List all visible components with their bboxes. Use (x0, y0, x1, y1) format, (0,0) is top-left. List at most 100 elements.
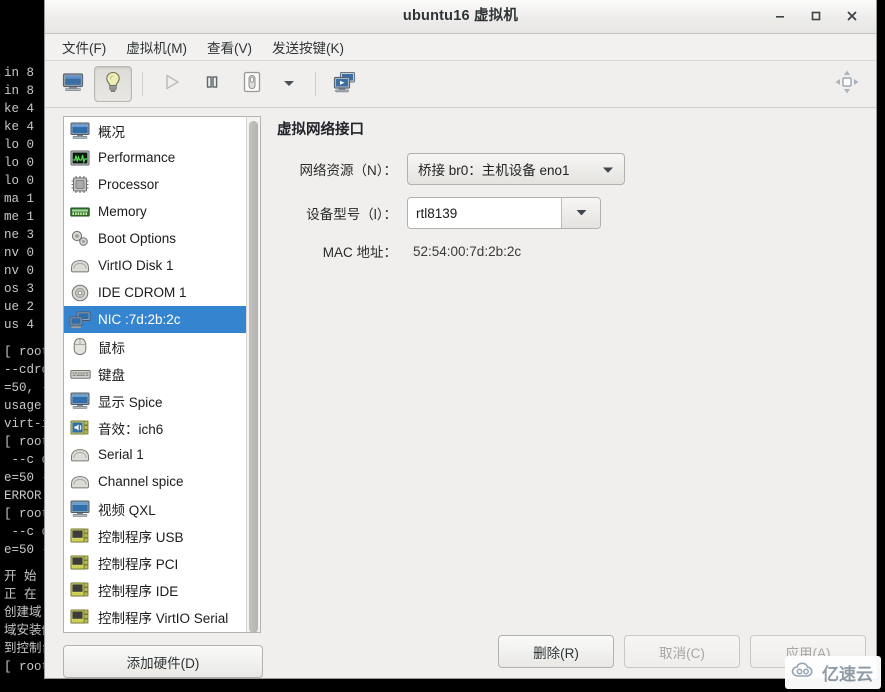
menubar: 文件(F) 虚拟机(M) 查看(V) 发送按键(K) (45, 34, 876, 61)
hardware-list-item[interactable]: Boot Options (64, 225, 247, 252)
mac-address-value: 52:54:00:7d:2b:2c (413, 243, 522, 259)
hardware-list-item[interactable]: IDE CDROM 1 (64, 279, 247, 306)
hardware-list-item-label: Processor (98, 177, 159, 192)
show-console-button[interactable] (54, 66, 92, 102)
hardware-pane: 概况 Performance Processor Memory Boot Options… (45, 106, 263, 678)
controller-card-icon (69, 607, 91, 627)
fullscreen-button[interactable] (830, 69, 864, 99)
hardware-list-item[interactable]: 概况 (64, 117, 247, 144)
remove-button[interactable]: 删除(R) (498, 635, 614, 668)
window-title: ubuntu16 虚拟机 (402, 8, 519, 24)
hardware-list-scrollbar[interactable] (246, 117, 260, 633)
channel-icon (69, 472, 91, 492)
window-titlebar: ubuntu16 虚拟机 (45, 0, 876, 34)
controller-card-icon (69, 580, 91, 600)
hardware-list-item[interactable]: Memory (64, 198, 247, 225)
device-model-combo[interactable]: rtl8139 (407, 197, 601, 229)
remove-button-label: 删除(R) (533, 645, 579, 661)
virt-manager-window: ubuntu16 虚拟机 文件(F) 虚拟机(M) 查看(V) 发送按键(K) (44, 0, 877, 679)
harddisk-icon (69, 256, 91, 276)
cancel-button[interactable]: 取消(C) (624, 635, 740, 668)
controller-card-icon (69, 526, 91, 546)
play-icon (162, 72, 182, 97)
hardware-list-item[interactable]: 显示 Spice (64, 387, 247, 414)
menu-send-key[interactable]: 发送按键(K) (263, 34, 353, 60)
close-icon[interactable] (839, 4, 865, 28)
chevron-down-icon (602, 162, 614, 177)
fullscreen-icon (834, 69, 860, 100)
hardware-list-item-label: 视频 QXL (98, 502, 156, 518)
hardware-list-item[interactable]: 视频 QXL (64, 495, 247, 522)
show-details-button[interactable] (94, 66, 132, 102)
watermark-text: 亿速云 (822, 665, 873, 684)
toolbar-separator-1 (142, 72, 143, 96)
monitor-icon (62, 72, 84, 97)
details-body: 概况 Performance Processor Memory Boot Options… (45, 106, 876, 678)
hardware-list-item-label: 控制程序 USB (98, 529, 184, 545)
hardware-list-item[interactable]: Processor (64, 171, 247, 198)
hardware-list-item[interactable]: 控制程序 IDE (64, 576, 247, 603)
minimize-icon[interactable] (767, 4, 793, 28)
hardware-list[interactable]: 概况 Performance Processor Memory Boot Options… (64, 117, 247, 632)
network-source-row: 网络资源（N）： 桥接 br0：主机设备 eno1 (277, 153, 862, 185)
snapshots-button[interactable] (326, 66, 364, 102)
hardware-list-item-label: Performance (98, 150, 176, 165)
menu-virtual-machine[interactable]: 虚拟机(M) (117, 34, 196, 60)
sound-card-icon (69, 418, 91, 438)
cpu-chip-icon (69, 175, 91, 195)
watermark: 亿速云 (785, 656, 881, 689)
mac-address-row: MAC 地址： 52:54:00:7d:2b:2c (277, 241, 862, 261)
hardware-list-item[interactable]: 键盘 (64, 360, 247, 387)
power-icon (241, 70, 263, 99)
device-model-dropdown-button[interactable] (561, 198, 600, 228)
network-source-label: 网络资源（N）： (299, 163, 398, 178)
mouse-icon (69, 337, 91, 357)
hardware-list-item-label: 键盘 (98, 367, 125, 383)
device-model-row: 设备型号（l）： rtl8139 (277, 197, 862, 229)
scrollbar-thumb[interactable] (249, 121, 258, 633)
network-source-combo[interactable]: 桥接 br0：主机设备 eno1 (407, 153, 625, 185)
serial-port-icon (69, 445, 91, 465)
mac-address-label: MAC 地址： (322, 245, 397, 260)
controller-card-icon (69, 553, 91, 573)
hardware-list-item-label: 控制程序 IDE (98, 583, 179, 599)
gears-icon (69, 229, 91, 249)
pause-icon (202, 72, 222, 97)
hardware-list-item[interactable]: Serial 1 (64, 441, 247, 468)
toolbar-separator-2 (315, 72, 316, 96)
hardware-list-item-label: 音效：ich6 (98, 421, 164, 437)
hardware-list-item-label: Serial 1 (98, 447, 144, 462)
toolbar (45, 61, 876, 108)
shutdown-button[interactable] (233, 66, 271, 102)
cdrom-icon (69, 283, 91, 303)
cloud-icon (791, 661, 817, 684)
shutdown-menu-button[interactable] (273, 66, 305, 102)
hardware-list-item[interactable]: NIC :7d:2b:2c (64, 306, 247, 333)
run-button[interactable] (153, 66, 191, 102)
hardware-list-item-label: Boot Options (98, 231, 177, 246)
hardware-list-item-label: IDE CDROM 1 (98, 285, 187, 300)
menu-view[interactable]: 查看(V) (198, 34, 261, 60)
hardware-list-item[interactable]: 音效：ich6 (64, 414, 247, 441)
hardware-list-item[interactable]: VirtIO Disk 1 (64, 252, 247, 279)
memory-stick-icon (69, 202, 91, 222)
snapshots-icon (333, 71, 357, 98)
hardware-list-item[interactable]: 控制程序 PCI (64, 549, 247, 576)
hardware-list-item-label: VirtIO Disk 1 (98, 258, 174, 273)
hardware-list-item-label: 显示 Spice (98, 394, 163, 410)
chevron-down-icon (575, 204, 588, 222)
maximize-icon[interactable] (803, 4, 829, 28)
performance-graph-icon (69, 148, 91, 168)
add-hardware-button[interactable]: 添加硬件(D) (63, 645, 263, 678)
device-details-pane: 虚拟网络接口 网络资源（N）： 桥接 br0：主机设备 eno1 设备型号（l）… (261, 106, 876, 678)
device-model-value[interactable]: rtl8139 (408, 198, 561, 228)
hardware-list-item-label: 控制程序 PCI (98, 556, 179, 572)
hardware-list-item[interactable]: 鼠标 (64, 333, 247, 360)
hardware-list-item[interactable]: Performance (64, 144, 247, 171)
menu-file[interactable]: 文件(F) (53, 34, 115, 60)
pause-button[interactable] (193, 66, 231, 102)
hardware-list-item[interactable]: Channel spice (64, 468, 247, 495)
hardware-list-item[interactable]: 控制程序 VirtIO Serial (64, 603, 247, 630)
hardware-list-item[interactable]: 控制程序 USB (64, 522, 247, 549)
display-icon (69, 391, 91, 411)
